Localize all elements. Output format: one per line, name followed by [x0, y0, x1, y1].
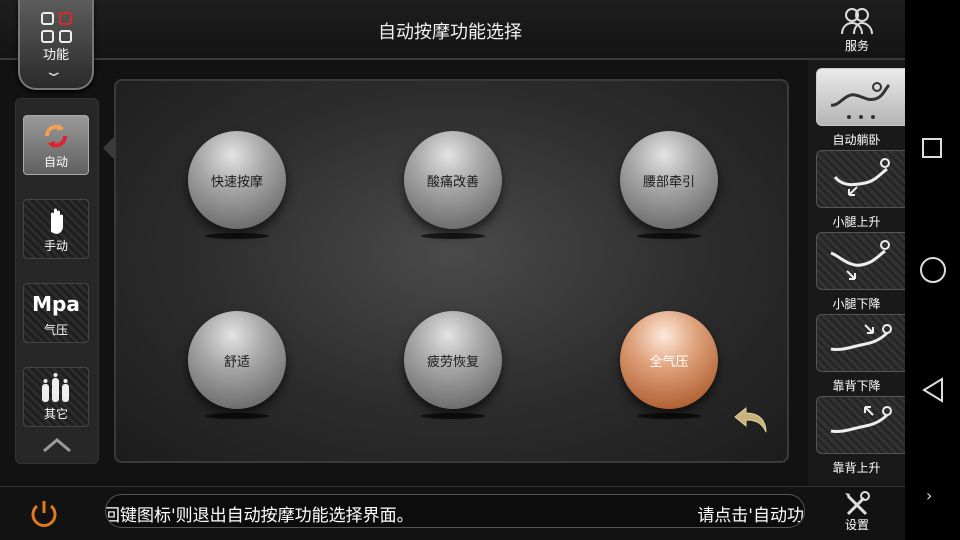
sidebar-item-air-pressure[interactable]: Mpa 气压 — [23, 283, 89, 343]
service-label: 服务 — [844, 39, 869, 53]
program-label: 腰部牵引 — [642, 175, 695, 190]
sidebar-item-label: 自动 — [43, 155, 68, 169]
settings-button[interactable]: 设置 — [830, 490, 884, 538]
chevron-up-icon[interactable] — [42, 437, 72, 453]
program-button-full-air[interactable]: 全气压 — [620, 311, 718, 409]
scrolling-hint-text: 返回键图标'则退出自动按摩功能选择界面。 请点击'自动功 — [105, 494, 805, 528]
backrest-up-button[interactable] — [816, 396, 905, 454]
home-icon[interactable] — [920, 257, 946, 283]
leg-up-icon — [833, 158, 890, 196]
leg-down-button[interactable] — [816, 232, 905, 290]
program-selection-panel: 快速按摩 酸痛改善 腰部牵引 舒适 疲劳恢复 全气压 — [114, 79, 789, 463]
page-title: 自动按摩功能选择 — [378, 22, 522, 43]
recline-chair-icon — [830, 82, 891, 119]
back-up-icon — [830, 406, 892, 433]
function-label: 功能 — [42, 48, 69, 63]
back-return-icon[interactable] — [732, 404, 772, 438]
program-label: 酸痛改善 — [426, 175, 479, 190]
auto-recline-button[interactable] — [816, 68, 905, 126]
sidebar-item-auto[interactable]: 自动 — [23, 115, 89, 175]
power-icon[interactable] — [28, 498, 60, 530]
right-menu-label: 自动躺卧 — [832, 133, 881, 147]
sidebar-item-label: 气压 — [43, 323, 68, 337]
back-icon[interactable] — [920, 376, 946, 404]
button-shadow — [421, 413, 485, 419]
recent-apps-icon[interactable] — [922, 138, 942, 158]
program-label: 全气压 — [649, 355, 689, 370]
leg-up-button[interactable] — [816, 150, 905, 208]
backrest-down-button[interactable] — [816, 314, 905, 372]
function-grid-icon — [41, 12, 75, 46]
program-button-fatigue-recovery[interactable]: 疲劳恢复 — [404, 311, 502, 409]
sidebar-item-other[interactable]: 其它 — [23, 367, 89, 427]
right-menu-label: 小腿下降 — [832, 297, 881, 311]
tools-icon — [845, 491, 870, 516]
left-sidebar: 自动 手动 Mpa 气压 其它 — [15, 98, 99, 464]
top-bar: 自动按摩功能选择 — [0, 0, 905, 60]
function-menu-button[interactable]: 功能 ⌄ — [18, 0, 94, 90]
people-icon — [841, 8, 873, 35]
sidebar-item-label: 其它 — [43, 407, 68, 421]
program-button-soreness[interactable]: 酸痛改善 — [404, 131, 502, 229]
button-shadow — [637, 413, 701, 419]
hint-text-left: 返回键图标'则退出自动按摩功能选择界面。 — [105, 506, 414, 526]
service-button[interactable]: 服务 — [820, 6, 894, 56]
button-shadow — [421, 233, 485, 239]
program-button-waist-traction[interactable]: 腰部牵引 — [620, 131, 718, 229]
program-label: 疲劳恢复 — [426, 355, 479, 370]
program-button-comfort[interactable]: 舒适 — [188, 311, 286, 409]
button-shadow — [205, 233, 269, 239]
program-label: 舒适 — [223, 355, 250, 370]
hint-text-right: 请点击'自动功 — [697, 506, 804, 526]
massage-chair-app: 自动按摩功能选择 功能 ⌄ 自动 手动 Mpa 气压 其它 快速按摩 酸痛改善 … — [0, 0, 905, 540]
hand-icon — [24, 204, 88, 236]
back-down-icon — [830, 324, 892, 351]
program-label: 快速按摩 — [210, 175, 263, 190]
bottles-icon — [24, 372, 88, 404]
chevron-down-icon: ⌄ — [43, 64, 65, 80]
right-menu-label: 靠背上升 — [832, 461, 881, 475]
settings-label: 设置 — [844, 518, 869, 532]
auto-refresh-icon — [24, 120, 88, 152]
button-shadow — [205, 413, 269, 419]
right-menu-label: 靠背下降 — [832, 379, 881, 393]
leg-down-icon — [830, 240, 890, 280]
sidebar-item-manual[interactable]: 手动 — [23, 199, 89, 259]
right-menu-label: 小腿上升 — [832, 215, 881, 229]
sidebar-item-label: 手动 — [43, 239, 68, 253]
button-shadow — [637, 233, 701, 239]
air-pressure-icon: Mpa — [32, 292, 80, 316]
chevron-right-icon[interactable]: › — [926, 486, 932, 505]
program-button-quick[interactable]: 快速按摩 — [188, 131, 286, 229]
